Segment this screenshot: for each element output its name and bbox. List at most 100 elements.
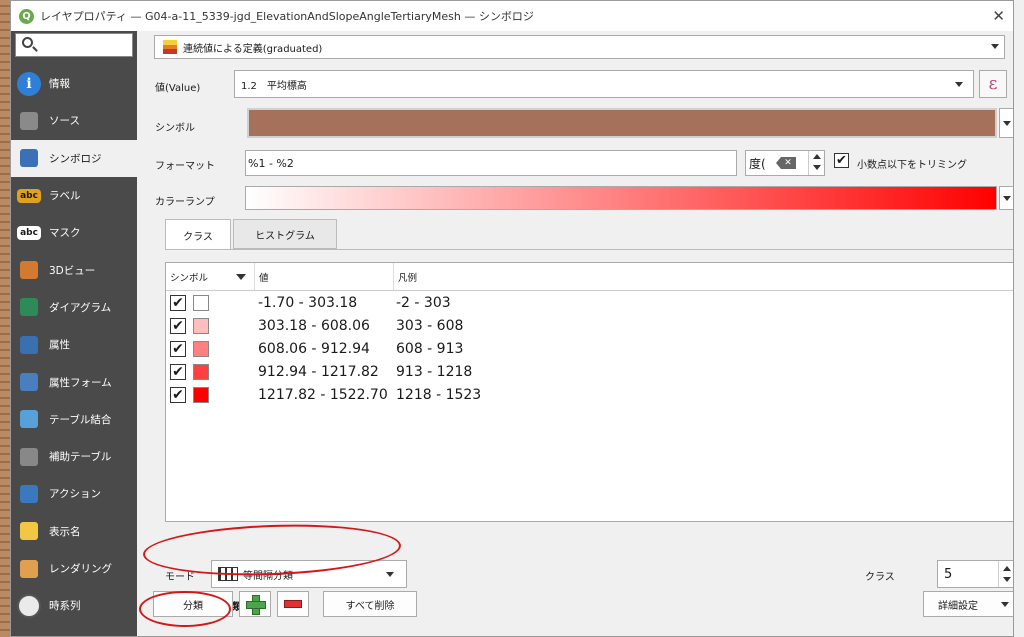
- class-visible-checkbox[interactable]: ✔: [170, 363, 186, 380]
- tab-classes[interactable]: クラス: [165, 219, 231, 250]
- table-row[interactable]: ✔ 608.06 - 912.94 608 - 913: [166, 337, 1013, 360]
- close-icon[interactable]: ✕: [992, 7, 1005, 25]
- mode-dropdown[interactable]: 等間隔分類: [211, 560, 407, 588]
- column-header-legend[interactable]: 凡例: [394, 263, 1013, 290]
- class-color-swatch[interactable]: [193, 386, 209, 403]
- sidebar-item-attribute-table[interactable]: 属性: [11, 326, 137, 363]
- class-value-cell[interactable]: -1.70 - 303.18: [258, 295, 357, 311]
- class-visible-checkbox[interactable]: ✔: [170, 386, 186, 403]
- spin-up-icon[interactable]: [1003, 566, 1011, 571]
- chevron-down-icon: [991, 44, 999, 49]
- value-label: 値(Value): [155, 83, 201, 94]
- sidebar-item-label: マスク: [49, 227, 81, 240]
- sidebar-item-label: テーブル結合: [49, 413, 112, 426]
- class-color-swatch[interactable]: [193, 363, 209, 380]
- sidebar-nav: i 情報 ソース シンボロジ abc ラベル abc マスク 3Dビュー ダイアグラム 属性 属性フォ…: [11, 65, 137, 624]
- column-header-value[interactable]: 値: [255, 263, 394, 290]
- spin-arrows[interactable]: [998, 561, 1013, 587]
- sidebar-item-display-tip[interactable]: 表示名: [11, 513, 137, 550]
- class-legend-cell[interactable]: 608 - 913: [396, 341, 463, 357]
- class-visible-checkbox[interactable]: ✔: [170, 317, 186, 334]
- class-value-cell[interactable]: 303.18 - 608.06: [258, 318, 370, 334]
- sidebar-item-clock[interactable]: 時系列: [11, 587, 137, 624]
- sidebar-item-auxiliary-storage[interactable]: 補助テーブル: [11, 438, 137, 475]
- sidebar: i 情報 ソース シンボロジ abc ラベル abc マスク 3Dビュー ダイアグラム 属性 属性フォ…: [11, 31, 137, 636]
- tab-histogram[interactable]: ヒストグラム: [233, 219, 337, 249]
- class-legend-cell[interactable]: 303 - 608: [396, 318, 463, 334]
- mode-label: モード: [165, 572, 195, 583]
- sidebar-item-mask-abc[interactable]: abc マスク: [11, 214, 137, 251]
- info-icon: i: [17, 71, 41, 96]
- sidebar-item-paintbrush[interactable]: シンボロジ: [11, 139, 137, 177]
- add-class-button[interactable]: [239, 591, 271, 617]
- classes-table: シンボル 値 凡例 ✔ -1.70 - 303.18 -2 - 303 ✔ 303.18…: [165, 262, 1013, 522]
- display-tip-icon: [20, 522, 38, 541]
- background-map-right: [1014, 0, 1024, 637]
- sort-arrow-icon: [236, 274, 246, 280]
- class-value-cell[interactable]: 912.94 - 1217.82: [258, 364, 379, 380]
- advanced-button[interactable]: 詳細設定: [923, 591, 1013, 617]
- delete-all-button[interactable]: すべて削除: [323, 591, 417, 617]
- sidebar-item-label-abc[interactable]: abc ラベル: [11, 177, 137, 214]
- spin-up-icon[interactable]: [813, 154, 821, 159]
- sidebar-item-form[interactable]: 属性フォーム: [11, 363, 137, 400]
- precision-spinbox[interactable]: 度( ✕: [745, 150, 825, 176]
- class-color-swatch[interactable]: [193, 317, 209, 334]
- mode-value: 等間隔分類: [243, 570, 293, 582]
- clock-icon: [17, 593, 41, 618]
- sidebar-item-rendering[interactable]: レンダリング: [11, 550, 137, 587]
- class-value-cell[interactable]: 608.06 - 912.94: [258, 341, 370, 357]
- symbol-button[interactable]: [247, 108, 997, 138]
- precision-value: 度(: [749, 156, 766, 171]
- trim-checkbox[interactable]: ✔: [834, 153, 849, 168]
- search-input[interactable]: [15, 33, 133, 57]
- chevron-down-icon: [955, 82, 963, 87]
- table-row[interactable]: ✔ -1.70 - 303.18 -2 - 303: [166, 291, 1013, 314]
- class-legend-cell[interactable]: -2 - 303: [396, 295, 451, 311]
- class-visible-checkbox[interactable]: ✔: [170, 340, 186, 357]
- class-legend-cell[interactable]: 913 - 1218: [396, 364, 472, 380]
- color-ramp-label: カラーランプ: [155, 197, 215, 208]
- legend-format-input[interactable]: %1 - %2: [245, 150, 737, 176]
- sidebar-item-label: アクション: [49, 488, 101, 501]
- sidebar-item-wrench[interactable]: ソース: [11, 102, 137, 139]
- spin-down-icon[interactable]: [813, 165, 821, 170]
- spin-arrows[interactable]: [808, 151, 824, 175]
- sidebar-item-diagram[interactable]: ダイアグラム: [11, 289, 137, 326]
- class-visible-checkbox[interactable]: ✔: [170, 294, 186, 311]
- sidebar-item-join[interactable]: テーブル結合: [11, 401, 137, 438]
- value-field-dropdown[interactable]: 1.2 平均標高: [234, 70, 974, 98]
- spin-down-icon[interactable]: [1003, 577, 1011, 582]
- table-row[interactable]: ✔ 1217.82 - 1522.70 1218 - 1523: [166, 383, 1013, 406]
- color-ramp-button[interactable]: [245, 186, 997, 210]
- sidebar-item-cube[interactable]: 3Dビュー: [11, 251, 137, 288]
- symbol-dropdown-button[interactable]: [999, 108, 1013, 138]
- table-row[interactable]: ✔ 303.18 - 608.06 303 - 608: [166, 314, 1013, 337]
- class-value-cell[interactable]: 1217.82 - 1522.70: [258, 387, 388, 403]
- classes-count-value: 5: [944, 566, 953, 582]
- sidebar-item-action[interactable]: アクション: [11, 475, 137, 512]
- bottom-button-bar: 分類 すべて削除 詳細設定: [137, 591, 1013, 621]
- color-ramp-dropdown-button[interactable]: [999, 186, 1013, 210]
- chevron-down-icon: [1003, 196, 1011, 201]
- table-row[interactable]: ✔ 912.94 - 1217.82 913 - 1218: [166, 360, 1013, 383]
- table-body: ✔ -1.70 - 303.18 -2 - 303 ✔ 303.18 - 608.06 3…: [166, 291, 1013, 406]
- class-color-swatch[interactable]: [193, 294, 209, 311]
- renderer-label: 連続値による定義(graduated): [183, 43, 323, 55]
- rendering-icon: [20, 559, 38, 578]
- class-legend-cell[interactable]: 1218 - 1523: [396, 387, 481, 403]
- classes-count-spinbox[interactable]: 5: [937, 560, 1013, 588]
- classes-count-label: クラス: [865, 572, 895, 583]
- renderer-dropdown[interactable]: 連続値による定義(graduated): [154, 35, 1005, 59]
- classify-button[interactable]: 分類: [153, 591, 233, 617]
- remove-class-button[interactable]: [277, 591, 309, 617]
- column-header-symbol[interactable]: シンボル: [166, 263, 255, 290]
- auxiliary-storage-icon: [20, 447, 38, 466]
- classes-tab-panel: シンボル 値 凡例 ✔ -1.70 - 303.18 -2 - 303 ✔ 303.18…: [165, 249, 1013, 636]
- class-color-swatch[interactable]: [193, 340, 209, 357]
- expression-button[interactable]: ε: [979, 70, 1007, 98]
- sidebar-item-label: 補助テーブル: [49, 451, 112, 464]
- clear-icon[interactable]: ✕: [776, 157, 796, 169]
- sidebar-item-info[interactable]: i 情報: [11, 65, 137, 102]
- qgis-logo-icon: Q: [19, 8, 34, 24]
